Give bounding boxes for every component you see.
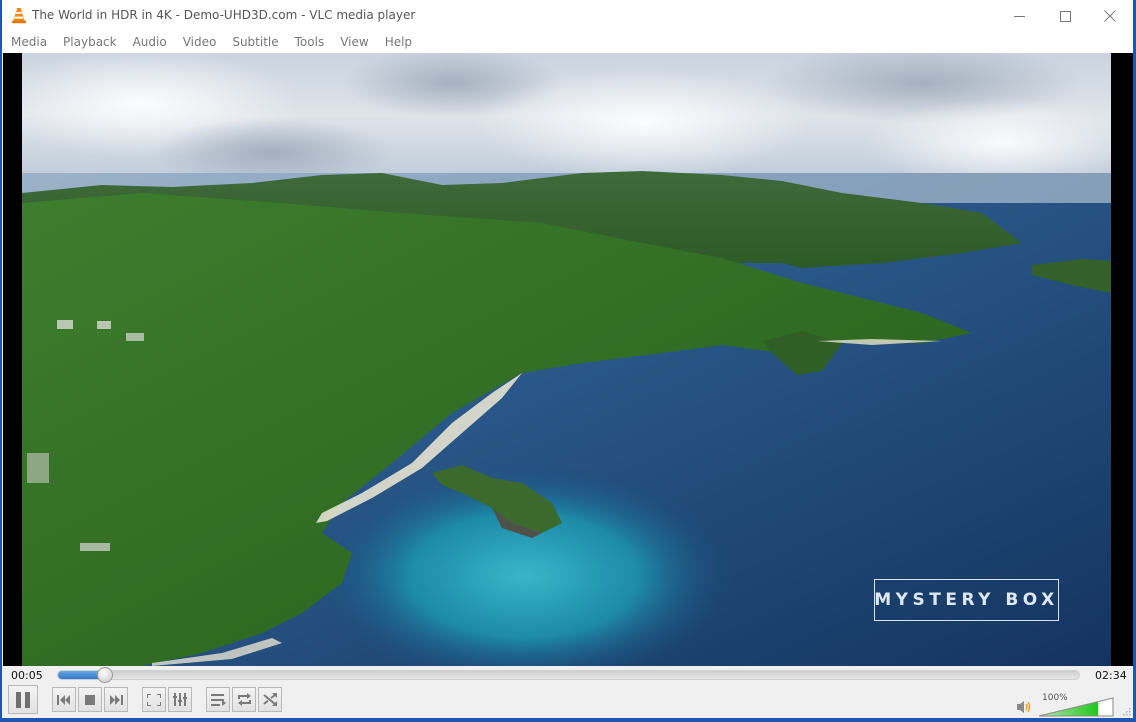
menu-help[interactable]: Help bbox=[377, 32, 420, 53]
title-bar[interactable]: The World in HDR in 4K - Demo-UHD3D.com … bbox=[2, 0, 1133, 32]
fullscreen-icon bbox=[147, 693, 161, 706]
control-bar: 00:05 02:34 100% bbox=[2, 666, 1133, 718]
window-title: The World in HDR in 4K - Demo-UHD3D.com … bbox=[32, 8, 416, 22]
menu-media[interactable]: Media bbox=[2, 32, 55, 53]
previous-button[interactable] bbox=[52, 687, 76, 712]
video-area[interactable]: MYSTERY BOX bbox=[3, 53, 1133, 666]
random-button[interactable] bbox=[258, 687, 282, 712]
speaker-icon[interactable] bbox=[1017, 700, 1033, 714]
volume-slider[interactable] bbox=[1038, 697, 1114, 717]
skip-previous-icon bbox=[57, 694, 70, 705]
shuffle-icon bbox=[262, 693, 277, 706]
menu-audio[interactable]: Audio bbox=[125, 32, 175, 53]
equalizer-sliders-icon bbox=[173, 693, 187, 706]
next-button[interactable] bbox=[104, 687, 128, 712]
maximize-icon bbox=[1059, 10, 1071, 22]
skip-next-icon bbox=[110, 694, 123, 705]
seek-bar[interactable] bbox=[57, 667, 1080, 683]
stop-icon bbox=[85, 694, 95, 705]
total-time[interactable]: 02:34 bbox=[1095, 669, 1127, 682]
stop-button[interactable] bbox=[78, 687, 102, 712]
menu-bar: Media Playback Audio Video Subtitle Tool… bbox=[2, 32, 1133, 53]
close-button[interactable] bbox=[1087, 0, 1133, 32]
menu-playback[interactable]: Playback bbox=[55, 32, 125, 53]
loop-button[interactable] bbox=[232, 687, 256, 712]
vlc-cone-icon bbox=[12, 8, 26, 24]
vlc-window: The World in HDR in 4K - Demo-UHD3D.com … bbox=[0, 0, 1136, 722]
fullscreen-button[interactable] bbox=[142, 687, 166, 712]
loop-icon bbox=[237, 693, 251, 706]
minimize-button[interactable] bbox=[996, 0, 1042, 32]
extended-settings-button[interactable] bbox=[168, 687, 192, 712]
video-frame[interactable]: MYSTERY BOX bbox=[22, 53, 1111, 666]
close-icon bbox=[1104, 10, 1116, 22]
maximize-button[interactable] bbox=[1042, 0, 1088, 32]
pause-icon bbox=[16, 691, 30, 708]
watermark-text: MYSTERY BOX bbox=[874, 590, 1059, 610]
playlist-button[interactable] bbox=[206, 687, 230, 712]
elapsed-time[interactable]: 00:05 bbox=[11, 669, 43, 682]
menu-video[interactable]: Video bbox=[175, 32, 225, 53]
watermark-box: MYSTERY BOX bbox=[874, 579, 1059, 621]
seek-bar-handle[interactable] bbox=[97, 667, 113, 683]
video-scene bbox=[22, 53, 1111, 666]
menu-view[interactable]: View bbox=[332, 32, 376, 53]
menu-tools[interactable]: Tools bbox=[287, 32, 333, 53]
window-frame: The World in HDR in 4K - Demo-UHD3D.com … bbox=[2, 0, 1133, 718]
pause-button[interactable] bbox=[8, 685, 38, 714]
menu-subtitle[interactable]: Subtitle bbox=[224, 32, 286, 53]
playlist-icon bbox=[210, 693, 226, 706]
minimize-icon bbox=[1013, 15, 1025, 17]
resize-grip-icon[interactable] bbox=[1121, 706, 1131, 716]
